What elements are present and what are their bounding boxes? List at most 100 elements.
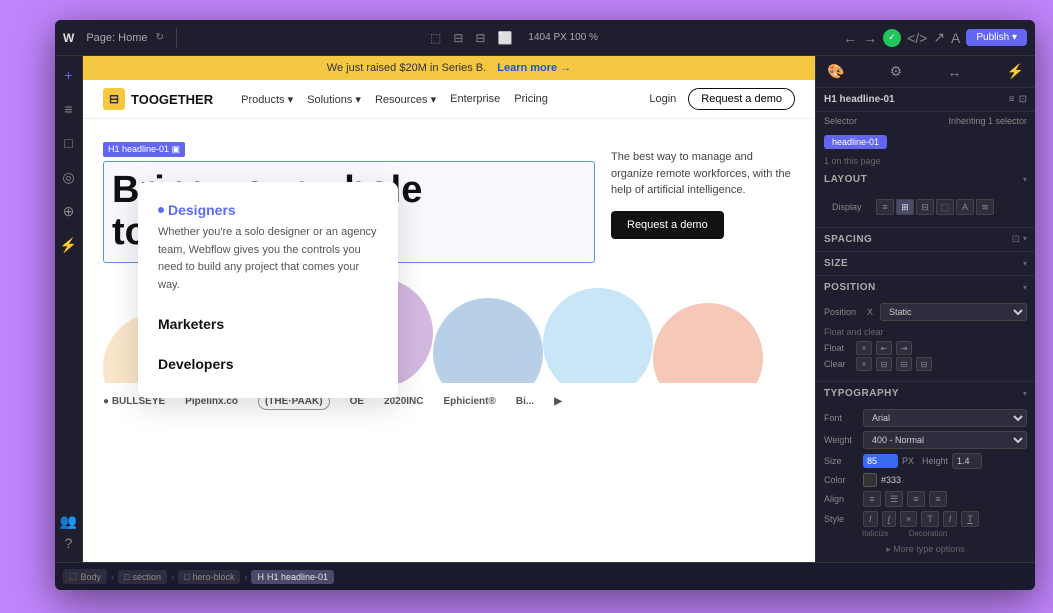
export-btn[interactable]: ↗ xyxy=(933,29,945,46)
breadcrumb-arrow-1: › xyxy=(111,572,114,582)
position-value-select[interactable]: Static Relative Absolute Fixed xyxy=(880,303,1027,321)
size-input[interactable] xyxy=(863,454,898,468)
dropdown-marketers-title[interactable]: Marketers xyxy=(158,310,378,338)
sidebar-add-icon[interactable]: + xyxy=(58,64,80,86)
layout-section-header[interactable]: Layout ▾ xyxy=(816,168,1035,191)
dimension-display: 1404 PX 100 % xyxy=(528,32,598,43)
sidebar-cms-icon[interactable]: ◎ xyxy=(58,166,80,188)
color-value: #333 xyxy=(881,475,901,485)
more-type-options[interactable]: ▸ More type options xyxy=(824,540,1027,559)
code-btn[interactable]: </> xyxy=(907,30,927,46)
nav-pricing[interactable]: Pricing xyxy=(514,93,548,106)
typography-collapse-icon[interactable]: ▾ xyxy=(1023,389,1027,398)
dropdown-designers-title[interactable]: Designers xyxy=(158,202,378,218)
on-page-info: 1 on this page xyxy=(816,154,1035,168)
style-t-btn[interactable]: T xyxy=(921,511,939,527)
active-dot xyxy=(158,207,164,213)
font-select[interactable]: Arial xyxy=(863,409,1027,427)
nav-login[interactable]: Login xyxy=(649,93,676,105)
sidebar-pages-icon[interactable]: □ xyxy=(58,132,80,154)
spacing-settings-icon[interactable]: ⊡ xyxy=(1012,234,1020,245)
layout-collapse-icon[interactable]: ▾ xyxy=(1023,175,1027,184)
clear-left-btn[interactable]: ⊟ xyxy=(876,357,892,371)
align-right-btn[interactable]: ≡ xyxy=(907,491,925,507)
tablet-view-btn[interactable]: ⊟ xyxy=(449,29,467,47)
weight-select[interactable]: 400 - Normal xyxy=(863,431,1027,449)
font-row: Font Arial xyxy=(824,409,1027,427)
float-right-btn[interactable]: ⇥ xyxy=(896,341,912,355)
float-none-btn[interactable]: × xyxy=(856,341,872,355)
display-inline-btn[interactable]: A xyxy=(956,199,974,215)
nav-products[interactable]: Products ▾ xyxy=(241,93,293,106)
display-flex-btn[interactable]: ⊞ xyxy=(896,199,914,215)
learn-more-link[interactable]: Learn more → xyxy=(497,62,571,74)
desktop-view-btn[interactable]: ⬚ xyxy=(426,29,445,47)
sidebar-users-icon[interactable]: 👥 xyxy=(58,510,80,532)
style-panel-icon[interactable]: 🎨 xyxy=(824,60,847,83)
display-block-btn[interactable]: ≡ xyxy=(876,199,894,215)
publish-button[interactable]: Publish ▾ xyxy=(966,29,1027,46)
settings-panel-icon[interactable]: ⚙ xyxy=(887,60,906,83)
nav-resources[interactable]: Resources ▾ xyxy=(375,93,436,106)
interactions-panel-icon[interactable]: ↔ xyxy=(944,61,964,83)
size-section-title: Size xyxy=(824,258,848,269)
size-collapse-icon[interactable]: ▾ xyxy=(1023,259,1027,268)
height-label: Height xyxy=(922,456,948,466)
products-dropdown: Designers Whether you're a solo designer… xyxy=(138,182,398,398)
clear-right-btn[interactable]: ⊟ xyxy=(896,357,912,371)
dropdown-developers-title[interactable]: Developers xyxy=(158,350,378,378)
status-indicator: ✓ xyxy=(883,29,901,47)
size-section-header[interactable]: Size ▾ xyxy=(816,252,1035,275)
position-section-header[interactable]: Position ▾ xyxy=(816,276,1035,299)
clear-none-btn[interactable]: × xyxy=(856,357,872,371)
nav-solutions[interactable]: Solutions ▾ xyxy=(307,93,361,106)
logic-panel-icon[interactable]: ⚡ xyxy=(1004,60,1027,83)
sidebar-navigator-icon[interactable]: ≡ xyxy=(58,98,80,120)
cms-btn[interactable]: A xyxy=(951,30,960,46)
toolbar-center: ⬚ ⊟ ⊟ ⬜ 1404 PX 100 % xyxy=(189,29,835,47)
italic2-btn[interactable]: I xyxy=(882,511,897,527)
sidebar-ecommerce-icon[interactable]: ⊕ xyxy=(58,200,80,222)
typography-section-header[interactable]: Typography ▾ xyxy=(816,382,1035,405)
breadcrumb-headline[interactable]: H H1 headline-01 xyxy=(251,570,334,584)
refresh-icon[interactable]: ↻ xyxy=(155,32,163,43)
spacing-section-header[interactable]: Spacing ⊡ ▾ xyxy=(816,228,1035,251)
breadcrumb-section[interactable]: □ section xyxy=(118,570,167,584)
mobile-landscape-btn[interactable]: ⊟ xyxy=(471,29,489,47)
display-none-btn[interactable]: ⬚ xyxy=(936,199,954,215)
display-grid-btn[interactable]: ⊟ xyxy=(916,199,934,215)
layout-content: Display ≡ ⊞ ⊟ ⬚ A ≋ xyxy=(816,191,1035,227)
selector-badge[interactable]: headline-01 xyxy=(824,135,887,149)
position-type-row: Position X Static Relative Absolute Fixe… xyxy=(824,303,1027,321)
italic-btn[interactable]: I xyxy=(863,511,878,527)
redo-btn[interactable]: → xyxy=(863,30,877,46)
display-more-btn[interactable]: ≋ xyxy=(976,199,994,215)
style-t2-btn[interactable]: T xyxy=(961,511,979,527)
height-input[interactable] xyxy=(952,453,982,469)
spacing-actions: ⊡ ▾ xyxy=(1012,234,1027,245)
layout-section-title: Layout xyxy=(824,174,867,185)
nav-cta-button[interactable]: Request a demo xyxy=(688,88,795,110)
mobile-portrait-btn[interactable]: ⬜ xyxy=(493,29,516,47)
panel-grid-btn[interactable]: ⊡ xyxy=(1019,94,1027,105)
align-left-btn[interactable]: ≡ xyxy=(863,491,881,507)
align-justify-btn[interactable]: ≡ xyxy=(929,491,947,507)
position-collapse-icon[interactable]: ▾ xyxy=(1023,283,1027,292)
announcement-text: We just raised $20M in Series B. xyxy=(327,62,486,74)
clear-both-btn[interactable]: ⊟ xyxy=(916,357,932,371)
float-left-btn[interactable]: ⇤ xyxy=(876,341,892,355)
sidebar-help-icon[interactable]: ? xyxy=(58,532,80,554)
undo-btn[interactable]: ← xyxy=(843,30,857,46)
nav-enterprise[interactable]: Enterprise xyxy=(450,93,500,106)
panel-top-icons: 🎨 ⚙ ↔ ⚡ xyxy=(816,56,1035,88)
sidebar-logic-icon[interactable]: ⚡ xyxy=(58,234,80,256)
style-i3-btn[interactable]: I xyxy=(943,511,958,527)
spacing-collapse-icon[interactable]: ▾ xyxy=(1023,234,1027,245)
breadcrumb-body[interactable]: ⬚ Body xyxy=(63,569,107,584)
align-center-btn[interactable]: ☰ xyxy=(885,491,903,507)
strike-btn[interactable]: × xyxy=(900,511,917,527)
hero-cta-button[interactable]: Request a demo xyxy=(611,211,724,239)
color-swatch[interactable] xyxy=(863,473,877,487)
panel-list-btn[interactable]: ≡ xyxy=(1009,94,1015,105)
breadcrumb-hero-block[interactable]: □ hero-block xyxy=(178,570,240,584)
